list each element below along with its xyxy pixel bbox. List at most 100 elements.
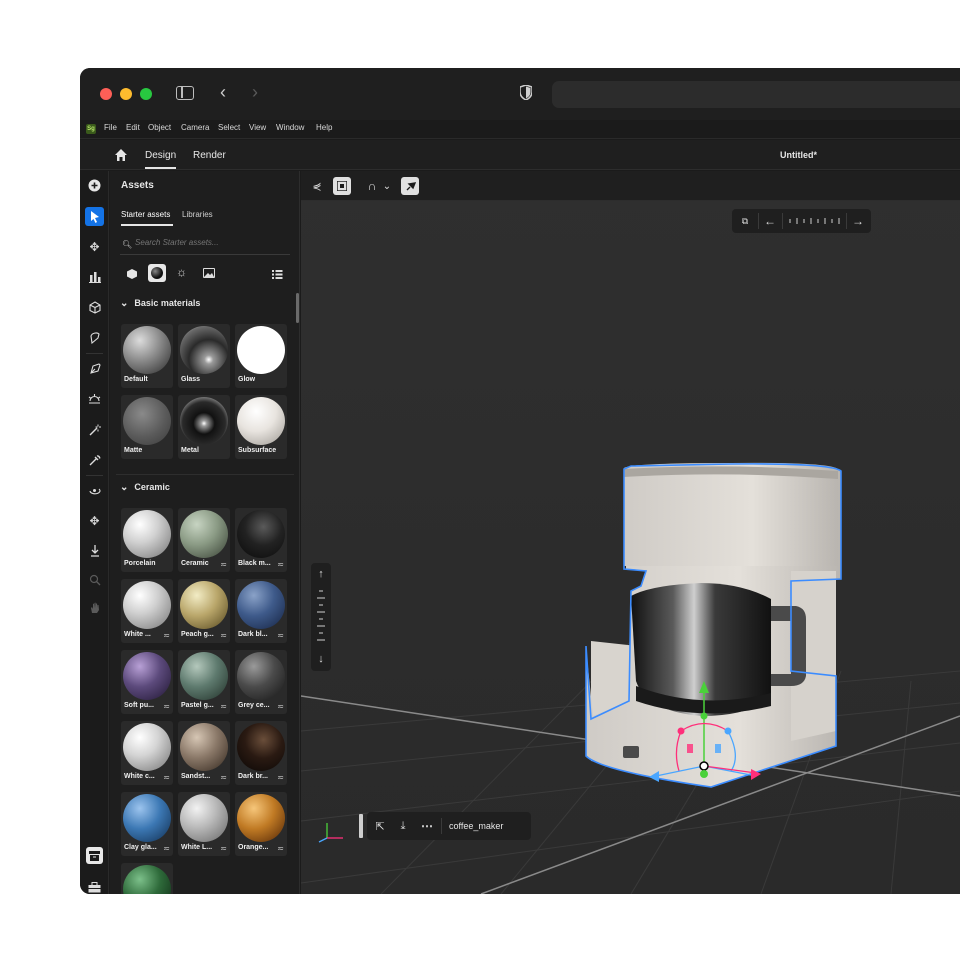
material-swatch[interactable]: Metal bbox=[178, 395, 230, 459]
tilt-dial-ticks[interactable] bbox=[315, 589, 327, 645]
material-swatch[interactable]: Black m... ≂ bbox=[235, 508, 287, 572]
hand-icon[interactable] bbox=[85, 598, 104, 617]
model-filter-icon[interactable] bbox=[126, 267, 138, 279]
toolbox-icon[interactable] bbox=[85, 878, 104, 894]
material-swatch[interactable]: White L... ≂ bbox=[178, 792, 230, 856]
material-swatch[interactable]: Glow bbox=[235, 324, 287, 388]
material-swatch[interactable]: Ceramic ≂ bbox=[178, 508, 230, 572]
back-arrow-icon[interactable]: ‹ bbox=[220, 82, 226, 103]
adjust-icon[interactable]: ≂ bbox=[220, 844, 227, 853]
material-swatch[interactable]: Dark bl... ≂ bbox=[235, 579, 287, 643]
image-filter-icon[interactable] bbox=[203, 268, 215, 278]
material-filter-icon[interactable] bbox=[148, 264, 166, 282]
section-basic-materials[interactable]: ⌄ Basic materials bbox=[120, 298, 200, 309]
material-swatch[interactable]: Orange... ≂ bbox=[235, 792, 287, 856]
adjust-icon[interactable]: ≂ bbox=[163, 702, 170, 711]
tilt-down-arrow-icon[interactable]: ↓ bbox=[313, 651, 329, 667]
sidebar-toggle-icon[interactable] bbox=[176, 86, 194, 100]
minimize-window-button[interactable] bbox=[120, 88, 132, 100]
material-swatch[interactable]: Sandst... ≂ bbox=[178, 721, 230, 785]
orbit-camera-icon[interactable] bbox=[85, 481, 104, 500]
magnet-snap-icon[interactable]: ∩ bbox=[365, 177, 379, 195]
adjust-icon[interactable]: ≂ bbox=[277, 631, 284, 640]
material-swatch[interactable]: Matte bbox=[121, 395, 173, 459]
context-bar-handle[interactable] bbox=[359, 814, 363, 838]
magic-wand-icon[interactable] bbox=[85, 420, 104, 439]
material-swatch[interactable] bbox=[121, 863, 173, 894]
menu-window[interactable]: Window bbox=[276, 123, 304, 132]
material-swatch[interactable]: White ... ≂ bbox=[121, 579, 173, 643]
menu-camera[interactable]: Camera bbox=[181, 123, 209, 132]
menu-select[interactable]: Select bbox=[218, 123, 240, 132]
export-icon[interactable]: ⇱ bbox=[372, 818, 388, 834]
material-swatch[interactable]: Peach g... ≂ bbox=[178, 579, 230, 643]
material-swatch[interactable]: Soft pu... ≂ bbox=[121, 650, 173, 714]
menu-help[interactable]: Help bbox=[316, 123, 332, 132]
address-bar[interactable] bbox=[552, 81, 960, 108]
camera-view-icon[interactable] bbox=[333, 177, 351, 195]
menu-object[interactable]: Object bbox=[148, 123, 171, 132]
menu-file[interactable]: File bbox=[104, 123, 117, 132]
material-swatch[interactable]: Grey ce... ≂ bbox=[235, 650, 287, 714]
dolly-camera-icon[interactable] bbox=[85, 541, 104, 560]
lighting-tool-icon[interactable] bbox=[85, 389, 104, 408]
adjust-icon[interactable]: ≂ bbox=[220, 773, 227, 782]
rotate-right-arrow-icon[interactable]: → bbox=[850, 213, 866, 229]
maximize-window-button[interactable] bbox=[140, 88, 152, 100]
add-icon[interactable] bbox=[85, 176, 104, 195]
adjust-icon[interactable]: ≂ bbox=[163, 844, 170, 853]
menu-edit[interactable]: Edit bbox=[126, 123, 140, 132]
shapes-tool-icon[interactable] bbox=[85, 298, 104, 317]
more-options-icon[interactable]: ⋯ bbox=[419, 818, 435, 834]
rotation-dial-ticks[interactable] bbox=[788, 215, 842, 227]
document-title[interactable]: Untitled* bbox=[780, 150, 817, 160]
frame-object-icon[interactable]: ⧉ bbox=[736, 213, 754, 229]
pan-camera-icon[interactable]: ✥ bbox=[85, 511, 104, 530]
adjust-icon[interactable]: ≂ bbox=[163, 773, 170, 782]
section-ceramic[interactable]: ⌄ Ceramic bbox=[120, 482, 170, 493]
pen-tool-icon[interactable] bbox=[85, 359, 104, 378]
archive-icon[interactable] bbox=[86, 847, 103, 864]
close-window-button[interactable] bbox=[100, 88, 112, 100]
share-icon[interactable]: ⋞ bbox=[309, 178, 325, 194]
tab-render[interactable]: Render bbox=[193, 150, 226, 161]
menu-view[interactable]: View bbox=[249, 123, 266, 132]
eyedropper-icon[interactable] bbox=[85, 450, 104, 469]
drop-to-ground-icon[interactable]: ⤓ bbox=[395, 818, 411, 834]
light-filter-icon[interactable]: ☼ bbox=[176, 265, 187, 279]
tab-design[interactable]: Design bbox=[145, 150, 176, 161]
material-swatch[interactable]: White c... ≂ bbox=[121, 721, 173, 785]
zoom-icon[interactable] bbox=[85, 570, 104, 589]
sculpt-tool-icon[interactable] bbox=[85, 328, 104, 347]
material-swatch[interactable]: Dark br... ≂ bbox=[235, 721, 287, 785]
forward-arrow-icon[interactable]: › bbox=[252, 82, 258, 103]
material-swatch[interactable]: Clay gla... ≂ bbox=[121, 792, 173, 856]
adjust-icon[interactable]: ≂ bbox=[277, 773, 284, 782]
material-swatch[interactable]: Glass bbox=[178, 324, 230, 388]
panel-scrollbar[interactable] bbox=[296, 293, 299, 323]
material-swatch[interactable]: Subsurface bbox=[235, 395, 287, 459]
adjust-icon[interactable]: ≂ bbox=[277, 702, 284, 711]
adjust-icon[interactable]: ≂ bbox=[220, 631, 227, 640]
pin-selection-icon[interactable] bbox=[401, 177, 419, 195]
adjust-icon[interactable]: ≂ bbox=[277, 844, 284, 853]
material-swatch[interactable]: Pastel g... ≂ bbox=[178, 650, 230, 714]
adjust-icon[interactable]: ≂ bbox=[277, 560, 284, 569]
list-view-icon[interactable] bbox=[272, 267, 283, 279]
3d-viewport[interactable]: ⋞ ∩ ⌄ ⧉ ← → ↑ ↓ ⇱ ⤓ ⋯ coffee_maker bbox=[301, 171, 960, 894]
material-swatch[interactable]: Default bbox=[121, 324, 173, 388]
select-tool-icon[interactable] bbox=[85, 207, 104, 226]
adjust-icon[interactable]: ≂ bbox=[220, 560, 227, 569]
search-input[interactable] bbox=[135, 238, 285, 247]
material-swatch[interactable]: Porcelain bbox=[121, 508, 173, 572]
subtab-libraries[interactable]: Libraries bbox=[182, 210, 213, 219]
adjust-icon[interactable]: ≂ bbox=[163, 631, 170, 640]
subtab-starter-assets[interactable]: Starter assets bbox=[121, 210, 170, 219]
search-field[interactable]: 🔍︎ bbox=[120, 233, 290, 255]
selected-object-name[interactable]: coffee_maker bbox=[449, 821, 503, 831]
tilt-up-arrow-icon[interactable]: ↑ bbox=[313, 566, 329, 582]
adjust-icon[interactable]: ≂ bbox=[220, 702, 227, 711]
rotate-left-arrow-icon[interactable]: ← bbox=[762, 213, 778, 229]
home-icon[interactable] bbox=[114, 148, 128, 162]
chevron-down-icon[interactable]: ⌄ bbox=[381, 179, 393, 193]
